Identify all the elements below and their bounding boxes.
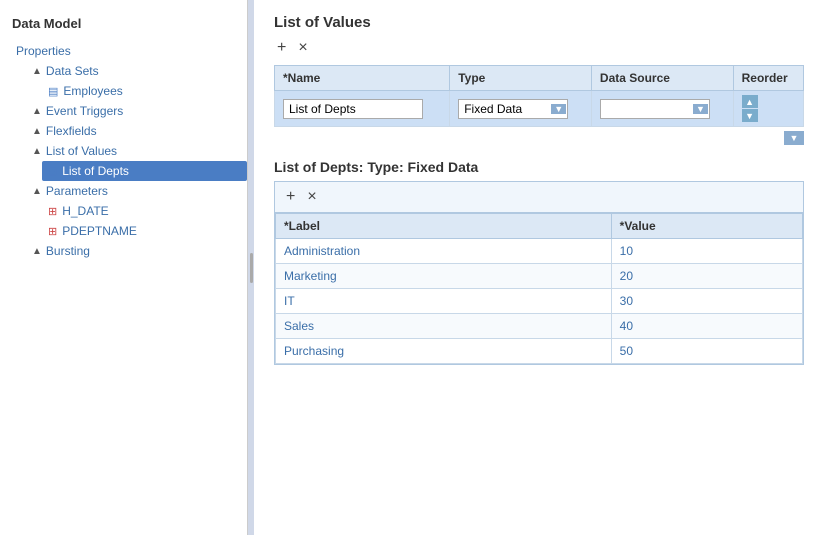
lov-icon: ⊞ xyxy=(48,165,57,178)
fixed-data-container: + × *Label *Value Administration10Market… xyxy=(274,181,804,365)
remove-lov-button[interactable]: × xyxy=(295,39,310,57)
bursting-label: Bursting xyxy=(46,244,90,258)
reorder-buttons: ▲ ▼ xyxy=(742,95,795,122)
sidebar-item-flexfields[interactable]: ▲ Flexfields xyxy=(26,121,247,141)
splitter-handle xyxy=(250,253,253,283)
sidebar-item-parameters[interactable]: ▲ Parameters xyxy=(26,181,247,201)
table-row: Fixed Data SQL Query HTTP Feed ▼ ▼ xyxy=(275,91,804,127)
table-row: Marketing20 xyxy=(276,264,803,289)
arrow-icon-ff: ▲ xyxy=(32,126,42,137)
fixed-data-table: *Label *Value Administration10Marketing2… xyxy=(275,213,803,364)
lov-datasource-cell: ▼ xyxy=(591,91,733,127)
table-row: Purchasing50 xyxy=(276,339,803,364)
value-cell: 50 xyxy=(611,339,802,364)
arrow-icon-params: ▲ xyxy=(32,186,42,197)
lov-reorder-cell: ▲ ▼ xyxy=(733,91,803,127)
list-of-depts-label: List of Depts xyxy=(62,164,129,178)
arrow-icon-et: ▲ xyxy=(32,106,42,117)
list-of-values-label: List of Values xyxy=(46,144,117,158)
label-cell: Administration xyxy=(276,239,612,264)
lov-name-cell xyxy=(275,91,450,127)
db-icon: ▤ xyxy=(48,85,58,98)
table-row: IT30 xyxy=(276,289,803,314)
param-icon-pdept: ⊞ xyxy=(48,225,57,238)
param-icon-hdate: ⊞ xyxy=(48,205,57,218)
col-type: Type xyxy=(450,66,592,91)
arrow-icon-bursting: ▲ xyxy=(32,246,42,257)
sidebar-item-data-sets[interactable]: ▲ Data Sets xyxy=(26,61,247,81)
label-cell: IT xyxy=(276,289,612,314)
table-row: Sales40 xyxy=(276,314,803,339)
col-value: *Value xyxy=(611,214,802,239)
label-cell: Purchasing xyxy=(276,339,612,364)
sidebar-title: Data Model xyxy=(0,10,247,41)
label-cell: Marketing xyxy=(276,264,612,289)
lov-section-title: List of Values xyxy=(254,0,824,39)
lov-name-input[interactable] xyxy=(283,99,423,119)
flexfields-label: Flexfields xyxy=(46,124,97,138)
add-row-button[interactable]: + xyxy=(283,188,298,206)
type-select[interactable]: Fixed Data SQL Query HTTP Feed xyxy=(458,99,568,119)
label-cell: Sales xyxy=(276,314,612,339)
reorder-down-button[interactable]: ▼ xyxy=(742,109,758,122)
reorder-up-button[interactable]: ▲ xyxy=(742,95,758,108)
sidebar-item-pdeptname[interactable]: ⊞ PDEPTNAME xyxy=(42,221,247,241)
lov-type-cell: Fixed Data SQL Query HTTP Feed ▼ xyxy=(450,91,592,127)
event-triggers-label: Event Triggers xyxy=(46,104,123,118)
parameters-label: Parameters xyxy=(46,184,108,198)
scroll-button[interactable]: ▼ xyxy=(784,131,804,145)
col-datasource: Data Source xyxy=(591,66,733,91)
properties-label: Properties xyxy=(16,44,71,58)
sidebar-properties[interactable]: Properties xyxy=(10,41,247,61)
ds-select-wrapper: ▼ xyxy=(600,99,710,119)
sidebar-item-event-triggers[interactable]: ▲ Event Triggers xyxy=(26,101,247,121)
h-date-label: H_DATE xyxy=(62,204,108,218)
col-label: *Label xyxy=(276,214,612,239)
employees-label: Employees xyxy=(63,84,122,98)
col-name: *Name xyxy=(275,66,450,91)
sidebar-item-list-of-values[interactable]: ▲ List of Values xyxy=(26,141,247,161)
value-cell: 40 xyxy=(611,314,802,339)
sidebar: Data Model Properties ▲ Data Sets ▤ Empl… xyxy=(0,0,248,535)
arrow-icon: ▲ xyxy=(32,66,42,77)
add-lov-button[interactable]: + xyxy=(274,39,289,57)
sidebar-item-employees[interactable]: ▤ Employees xyxy=(42,81,247,101)
fixed-data-section-title: List of Depts: Type: Fixed Data xyxy=(254,149,824,181)
sidebar-item-h-date[interactable]: ⊞ H_DATE xyxy=(42,201,247,221)
datasource-select[interactable] xyxy=(600,99,710,119)
arrow-icon-lov: ▲ xyxy=(32,146,42,157)
inner-toolbar: + × xyxy=(275,182,803,213)
sidebar-item-bursting[interactable]: ▲ Bursting xyxy=(26,241,247,261)
lov-toolbar: + × xyxy=(254,39,824,65)
type-select-wrapper: Fixed Data SQL Query HTTP Feed ▼ xyxy=(458,99,568,119)
table-row: Administration10 xyxy=(276,239,803,264)
remove-row-button[interactable]: × xyxy=(304,188,319,206)
value-cell: 10 xyxy=(611,239,802,264)
value-cell: 30 xyxy=(611,289,802,314)
value-cell: 20 xyxy=(611,264,802,289)
scroll-area: ▼ xyxy=(254,127,824,149)
pdeptname-label: PDEPTNAME xyxy=(62,224,137,238)
lov-table: *Name Type Data Source Reorder Fixed Dat… xyxy=(274,65,804,127)
sidebar-item-list-of-depts[interactable]: ⊞ List of Depts xyxy=(42,161,247,181)
main-content: List of Values + × *Name Type Data Sourc… xyxy=(254,0,824,535)
col-reorder: Reorder xyxy=(733,66,803,91)
data-sets-label: Data Sets xyxy=(46,64,99,78)
